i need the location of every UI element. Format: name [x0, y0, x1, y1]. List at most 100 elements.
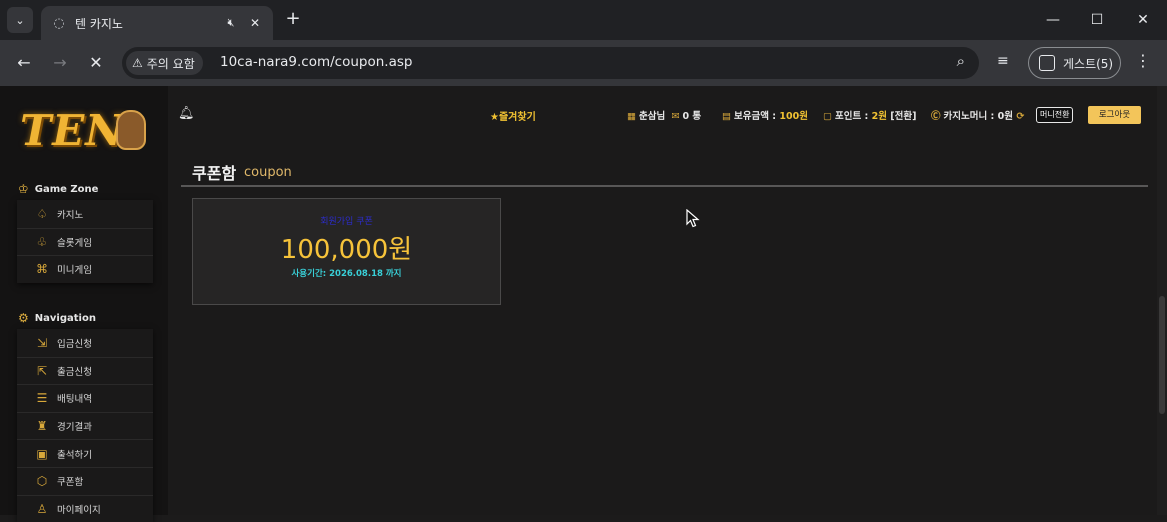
money-convert-button[interactable]: 머니전환	[1036, 107, 1074, 123]
media-control-icon[interactable]: ≡	[997, 53, 1009, 69]
sidebar-item-results[interactable]: ♜ 경기결과	[17, 411, 153, 440]
browser-tab-strip: ⌄ ◌ 텐 카지노 🔇︎ ✕ + — ☐ ✕	[0, 0, 1167, 40]
game-zone-title: Game Zone	[34, 183, 99, 195]
casino-money-info: Ⓒ 카지노머니 : 0원 ⟳	[931, 108, 1027, 122]
title-divider	[181, 185, 1148, 187]
balance-label: 보유금액 :	[733, 111, 777, 122]
close-tab-icon[interactable]: ✕	[247, 16, 263, 30]
point-icon: ▢	[823, 111, 832, 122]
logo-text: TEN	[20, 106, 125, 155]
sidebar-item-casino[interactable]: ♤ 카지노	[17, 200, 153, 228]
coupon-icon: ⬡	[36, 474, 48, 489]
sidebar-item-label: 배팅내역	[57, 394, 92, 406]
user-icon: ♙	[36, 501, 48, 516]
withdraw-icon: ⇱	[36, 363, 48, 378]
bell-icon[interactable]: 🔔︎	[178, 106, 195, 121]
security-label: 주의 요함	[146, 56, 195, 71]
sidebar: TEN ♔ Game Zone ♤ 카지노 ♧ 슬롯게임 ⌘ 미니게임 ⚙ Na…	[0, 86, 168, 522]
warning-icon: ⚠	[132, 56, 143, 70]
game-zone-menu: ♤ 카지노 ♧ 슬롯게임 ⌘ 미니게임	[17, 200, 153, 283]
results-icon: ♜	[36, 419, 48, 434]
coupon-period: 사용기간: 2026.08.18 까지	[291, 269, 402, 279]
sidebar-item-minigame[interactable]: ⌘ 미니게임	[17, 255, 153, 283]
casino-coin-icon: Ⓒ	[931, 111, 941, 122]
maximize-button[interactable]: ☐	[1074, 7, 1120, 33]
web-page: TEN ♔ Game Zone ♤ 카지노 ♧ 슬롯게임 ⌘ 미니게임 ⚙ Na…	[0, 86, 1167, 522]
navigation-title: Navigation	[34, 312, 96, 324]
sidebar-item-attendance[interactable]: ▣ 출석하기	[17, 439, 153, 467]
favorite-link[interactable]: ★즐겨찾기	[490, 108, 536, 123]
sidebar-item-label: 출금신청	[57, 366, 92, 378]
page-subtitle: coupon	[244, 165, 292, 180]
balance-info: ▤ 보유금액 : 100원	[722, 108, 808, 122]
sidebar-item-label: 쿠폰함	[57, 477, 84, 489]
cherry-icon: ♧	[36, 234, 48, 249]
wallet-icon: ▤	[722, 111, 731, 122]
spade-icon: ♤	[36, 206, 48, 221]
point-convert-link[interactable]: [전환]	[890, 111, 916, 122]
point-info: ▢ 포인트 : 2원 [전환]	[823, 108, 916, 122]
sidebar-item-label: 경기결과	[57, 422, 92, 434]
page-title: 쿠폰함	[192, 164, 237, 183]
sidebar-item-withdraw[interactable]: ⇱ 출금신청	[17, 356, 153, 385]
tab-search-button[interactable]: ⌄	[7, 7, 33, 33]
profile-label: 게스트(5)	[1063, 56, 1114, 71]
site-topbar: 🔔︎ ★즐겨찾기 ▦ 춘삼님 ✉ 0 통 ▤ 보유금액 : 100원 ▢ 포인트 : 2…	[168, 86, 1167, 140]
navigation-heading: ⚙ Navigation	[18, 311, 96, 325]
bet-history-icon: ☰	[36, 391, 48, 406]
deposit-icon: ⇲	[36, 335, 48, 350]
message-count[interactable]: 0 통	[683, 111, 702, 122]
attendance-icon: ▣	[36, 446, 48, 461]
forward-button[interactable]: →	[48, 51, 72, 75]
browser-tab[interactable]: ◌ 텐 카지노 🔇︎ ✕	[41, 6, 273, 40]
sidebar-item-label: 미니게임	[57, 265, 92, 277]
sidebar-item-deposit[interactable]: ⇲ 입금신청	[17, 329, 153, 357]
browser-menu-icon[interactable]: ⋮	[1135, 51, 1151, 70]
coupon-name: 회원가입 쿠폰	[320, 217, 373, 227]
sidebar-item-coupon[interactable]: ⬡ 쿠폰함	[17, 466, 153, 495]
game-zone-heading: ♔ Game Zone	[18, 182, 98, 196]
url-text[interactable]: 10ca-nara9.com/coupon.asp	[220, 54, 412, 70]
browser-toolbar: ← → ✕ ⚠ 주의 요함 10ca-nara9.com/coupon.asp …	[0, 40, 1167, 86]
zoom-icon[interactable]: ⌕	[957, 52, 965, 70]
sidebar-item-label: 마이페이지	[57, 504, 101, 516]
point-value: 2원	[871, 111, 887, 122]
game-zone-icon: ♔	[18, 182, 29, 196]
profile-icon	[1039, 55, 1055, 71]
logout-button[interactable]: 로그아웃	[1088, 106, 1141, 124]
gamepad-icon: ⌘	[36, 262, 48, 277]
user-name: 춘삼님	[638, 111, 666, 122]
balance-value: 100원	[779, 111, 808, 122]
navigation-icon: ⚙	[18, 311, 29, 325]
sidebar-item-bet-history[interactable]: ☰ 배팅내역	[17, 384, 153, 412]
stop-loading-button[interactable]: ✕	[84, 51, 108, 75]
tab-title: 텐 카지노	[75, 16, 123, 31]
loading-icon: ◌	[53, 15, 65, 31]
mouse-cursor-icon	[686, 209, 700, 228]
message-icon[interactable]: ✉	[672, 111, 680, 122]
address-bar[interactable]: ⚠ 주의 요함 10ca-nara9.com/coupon.asp ⌕	[122, 47, 979, 79]
sidebar-item-label: 슬롯게임	[57, 237, 92, 249]
sidebar-item-mypage[interactable]: ♙ 마이페이지	[17, 494, 153, 522]
bear-mascot-icon	[116, 110, 146, 150]
new-tab-button[interactable]: +	[282, 9, 304, 31]
mute-icon[interactable]: 🔇︎	[223, 16, 239, 30]
sidebar-item-slot[interactable]: ♧ 슬롯게임	[17, 227, 153, 256]
user-info: ▦ 춘삼님 ✉ 0 통	[627, 108, 701, 122]
refresh-icon[interactable]: ⟳	[1016, 111, 1024, 122]
point-label: 포인트 :	[834, 111, 869, 122]
minimize-button[interactable]: —	[1030, 7, 1076, 33]
profile-button[interactable]: 게스트(5)	[1028, 47, 1121, 79]
coupon-card[interactable]: 회원가입 쿠폰 100,000원 사용기간: 2026.08.18 까지	[192, 198, 501, 305]
security-chip[interactable]: ⚠ 주의 요함	[126, 51, 203, 75]
sidebar-item-label: 출석하기	[57, 449, 92, 461]
navigation-menu: ⇲ 입금신청 ⇱ 출금신청 ☰ 배팅내역 ♜ 경기결과 ▣ 출석하기 ⬡ 쿠폰함	[17, 329, 153, 522]
coupon-amount: 100,000원	[280, 235, 413, 265]
casino-money-label: 카지노머니 :	[943, 111, 995, 122]
scrollbar-thumb[interactable]	[1159, 296, 1165, 414]
site-logo[interactable]: TEN	[20, 106, 148, 160]
rank-icon: ▦	[627, 111, 636, 122]
sidebar-item-label: 카지노	[57, 209, 84, 221]
close-window-button[interactable]: ✕	[1120, 7, 1166, 33]
back-button[interactable]: ←	[12, 51, 36, 75]
